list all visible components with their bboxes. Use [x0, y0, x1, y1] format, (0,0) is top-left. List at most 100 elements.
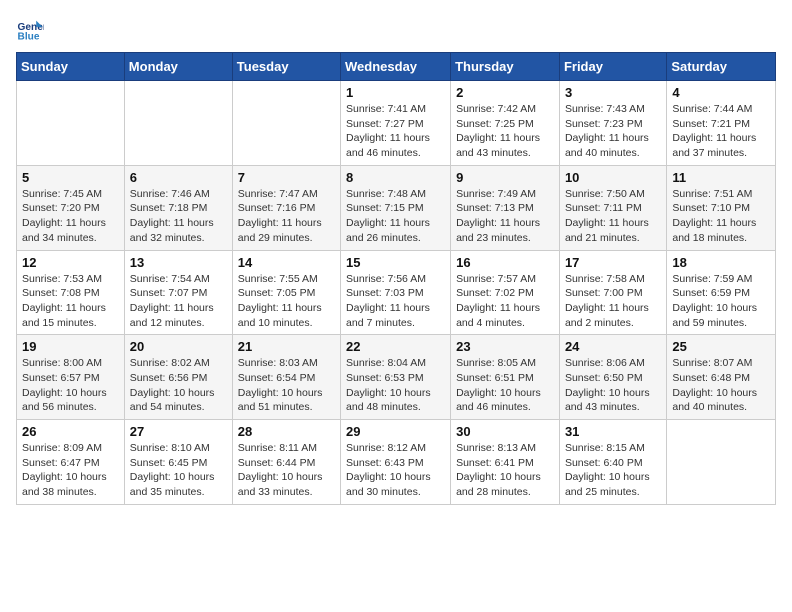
calendar-cell: 12 Sunrise: 7:53 AM Sunset: 7:08 PM Dayli… — [17, 250, 125, 335]
calendar-cell — [124, 81, 232, 166]
calendar-cell — [232, 81, 340, 166]
day-number: 17 — [565, 255, 661, 270]
day-info: Sunrise: 8:03 AM Sunset: 6:54 PM Dayligh… — [238, 356, 335, 415]
day-info: Sunrise: 7:41 AM Sunset: 7:27 PM Dayligh… — [346, 102, 445, 161]
calendar-cell: 6 Sunrise: 7:46 AM Sunset: 7:18 PM Daylig… — [124, 165, 232, 250]
calendar-cell: 19 Sunrise: 8:00 AM Sunset: 6:57 PM Dayli… — [17, 335, 125, 420]
calendar-body: 1 Sunrise: 7:41 AM Sunset: 7:27 PM Daylig… — [17, 81, 776, 505]
weekday-header-saturday: Saturday — [667, 53, 776, 81]
day-number: 1 — [346, 85, 445, 100]
weekday-header-friday: Friday — [559, 53, 666, 81]
day-info: Sunrise: 7:44 AM Sunset: 7:21 PM Dayligh… — [672, 102, 770, 161]
day-info: Sunrise: 7:46 AM Sunset: 7:18 PM Dayligh… — [130, 187, 227, 246]
day-number: 20 — [130, 339, 227, 354]
day-number: 26 — [22, 424, 119, 439]
day-info: Sunrise: 7:54 AM Sunset: 7:07 PM Dayligh… — [130, 272, 227, 331]
day-number: 13 — [130, 255, 227, 270]
day-info: Sunrise: 7:55 AM Sunset: 7:05 PM Dayligh… — [238, 272, 335, 331]
calendar-cell: 27 Sunrise: 8:10 AM Sunset: 6:45 PM Dayli… — [124, 420, 232, 505]
day-info: Sunrise: 7:49 AM Sunset: 7:13 PM Dayligh… — [456, 187, 554, 246]
logo-icon: General Blue — [16, 16, 44, 44]
weekday-header-monday: Monday — [124, 53, 232, 81]
day-info: Sunrise: 7:45 AM Sunset: 7:20 PM Dayligh… — [22, 187, 119, 246]
calendar-cell: 28 Sunrise: 8:11 AM Sunset: 6:44 PM Dayli… — [232, 420, 340, 505]
calendar-cell: 2Sunrise: 7:42 AM Sunset: 7:25 PM Daylig… — [451, 81, 560, 166]
calendar-cell: 22 Sunrise: 8:04 AM Sunset: 6:53 PM Dayli… — [341, 335, 451, 420]
day-info: Sunrise: 8:10 AM Sunset: 6:45 PM Dayligh… — [130, 441, 227, 500]
day-number: 15 — [346, 255, 445, 270]
calendar-cell: 11Sunrise: 7:51 AM Sunset: 7:10 PM Dayli… — [667, 165, 776, 250]
svg-text:Blue: Blue — [18, 31, 40, 42]
calendar-cell — [667, 420, 776, 505]
day-info: Sunrise: 7:57 AM Sunset: 7:02 PM Dayligh… — [456, 272, 554, 331]
weekday-header-sunday: Sunday — [17, 53, 125, 81]
calendar-cell: 14 Sunrise: 7:55 AM Sunset: 7:05 PM Dayli… — [232, 250, 340, 335]
calendar-cell: 31 Sunrise: 8:15 AM Sunset: 6:40 PM Dayli… — [559, 420, 666, 505]
calendar-week-row: 26 Sunrise: 8:09 AM Sunset: 6:47 PM Dayli… — [17, 420, 776, 505]
calendar-cell: 20 Sunrise: 8:02 AM Sunset: 6:56 PM Dayli… — [124, 335, 232, 420]
day-number: 19 — [22, 339, 119, 354]
day-info: Sunrise: 8:07 AM Sunset: 6:48 PM Dayligh… — [672, 356, 770, 415]
calendar-cell: 10Sunrise: 7:50 AM Sunset: 7:11 PM Dayli… — [559, 165, 666, 250]
day-number: 22 — [346, 339, 445, 354]
day-number: 12 — [22, 255, 119, 270]
day-number: 14 — [238, 255, 335, 270]
day-info: Sunrise: 7:51 AM Sunset: 7:10 PM Dayligh… — [672, 187, 770, 246]
day-number: 6 — [130, 170, 227, 185]
calendar-cell: 7 Sunrise: 7:47 AM Sunset: 7:16 PM Daylig… — [232, 165, 340, 250]
calendar-cell: 25 Sunrise: 8:07 AM Sunset: 6:48 PM Dayli… — [667, 335, 776, 420]
logo: General Blue — [16, 16, 48, 44]
day-number: 8 — [346, 170, 445, 185]
calendar-cell: 23Sunrise: 8:05 AM Sunset: 6:51 PM Dayli… — [451, 335, 560, 420]
day-info: Sunrise: 8:12 AM Sunset: 6:43 PM Dayligh… — [346, 441, 445, 500]
day-info: Sunrise: 7:53 AM Sunset: 7:08 PM Dayligh… — [22, 272, 119, 331]
day-info: Sunrise: 7:47 AM Sunset: 7:16 PM Dayligh… — [238, 187, 335, 246]
weekday-header-wednesday: Wednesday — [341, 53, 451, 81]
day-number: 25 — [672, 339, 770, 354]
day-info: Sunrise: 8:15 AM Sunset: 6:40 PM Dayligh… — [565, 441, 661, 500]
day-number: 2 — [456, 85, 554, 100]
calendar-cell: 16 Sunrise: 7:57 AM Sunset: 7:02 PM Dayli… — [451, 250, 560, 335]
day-number: 7 — [238, 170, 335, 185]
day-number: 10 — [565, 170, 661, 185]
day-info: Sunrise: 7:43 AM Sunset: 7:23 PM Dayligh… — [565, 102, 661, 161]
day-number: 27 — [130, 424, 227, 439]
day-number: 31 — [565, 424, 661, 439]
day-number: 16 — [456, 255, 554, 270]
day-number: 21 — [238, 339, 335, 354]
page-header: General Blue — [16, 16, 776, 44]
day-info: Sunrise: 7:58 AM Sunset: 7:00 PM Dayligh… — [565, 272, 661, 331]
day-info: Sunrise: 7:56 AM Sunset: 7:03 PM Dayligh… — [346, 272, 445, 331]
day-number: 28 — [238, 424, 335, 439]
day-number: 4 — [672, 85, 770, 100]
calendar-cell: 21 Sunrise: 8:03 AM Sunset: 6:54 PM Dayli… — [232, 335, 340, 420]
day-info: Sunrise: 8:09 AM Sunset: 6:47 PM Dayligh… — [22, 441, 119, 500]
weekday-header-row: SundayMondayTuesdayWednesdayThursdayFrid… — [17, 53, 776, 81]
calendar-cell: 26 Sunrise: 8:09 AM Sunset: 6:47 PM Dayli… — [17, 420, 125, 505]
day-number: 9 — [456, 170, 554, 185]
day-info: Sunrise: 8:00 AM Sunset: 6:57 PM Dayligh… — [22, 356, 119, 415]
calendar-week-row: 5 Sunrise: 7:45 AM Sunset: 7:20 PM Daylig… — [17, 165, 776, 250]
day-number: 5 — [22, 170, 119, 185]
calendar-cell: 9 Sunrise: 7:49 AM Sunset: 7:13 PM Daylig… — [451, 165, 560, 250]
day-number: 24 — [565, 339, 661, 354]
day-info: Sunrise: 8:04 AM Sunset: 6:53 PM Dayligh… — [346, 356, 445, 415]
calendar-week-row: 1 Sunrise: 7:41 AM Sunset: 7:27 PM Daylig… — [17, 81, 776, 166]
calendar-cell: 17 Sunrise: 7:58 AM Sunset: 7:00 PM Dayli… — [559, 250, 666, 335]
calendar-cell — [17, 81, 125, 166]
calendar-table: SundayMondayTuesdayWednesdayThursdayFrid… — [16, 52, 776, 505]
day-info: Sunrise: 8:02 AM Sunset: 6:56 PM Dayligh… — [130, 356, 227, 415]
day-info: Sunrise: 8:11 AM Sunset: 6:44 PM Dayligh… — [238, 441, 335, 500]
day-info: Sunrise: 7:48 AM Sunset: 7:15 PM Dayligh… — [346, 187, 445, 246]
day-info: Sunrise: 8:13 AM Sunset: 6:41 PM Dayligh… — [456, 441, 554, 500]
calendar-cell: 24 Sunrise: 8:06 AM Sunset: 6:50 PM Dayli… — [559, 335, 666, 420]
day-number: 29 — [346, 424, 445, 439]
weekday-header-tuesday: Tuesday — [232, 53, 340, 81]
calendar-cell: 18Sunrise: 7:59 AM Sunset: 6:59 PM Dayli… — [667, 250, 776, 335]
day-info: Sunrise: 8:06 AM Sunset: 6:50 PM Dayligh… — [565, 356, 661, 415]
calendar-cell: 5 Sunrise: 7:45 AM Sunset: 7:20 PM Daylig… — [17, 165, 125, 250]
day-number: 18 — [672, 255, 770, 270]
calendar-cell: 3Sunrise: 7:43 AM Sunset: 7:23 PM Daylig… — [559, 81, 666, 166]
calendar-cell: 1 Sunrise: 7:41 AM Sunset: 7:27 PM Daylig… — [341, 81, 451, 166]
calendar-cell: 13 Sunrise: 7:54 AM Sunset: 7:07 PM Dayli… — [124, 250, 232, 335]
